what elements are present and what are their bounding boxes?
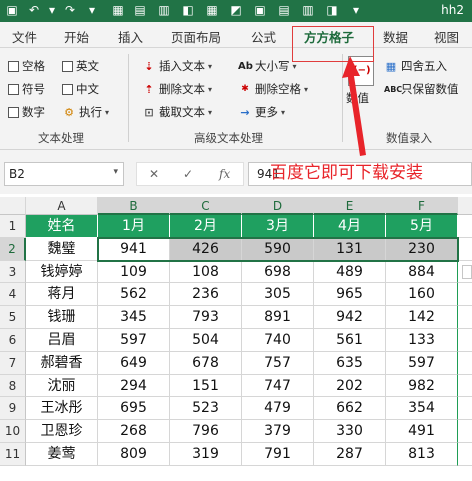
table-cell[interactable]: 卫恩珍 <box>26 420 98 443</box>
table-cell[interactable]: 319 <box>170 443 242 466</box>
table-cell[interactable]: 268 <box>98 420 170 443</box>
column-header[interactable]: B <box>98 197 170 215</box>
column-header[interactable]: D <box>242 197 314 215</box>
table-cell[interactable]: 523 <box>170 397 242 421</box>
column-header[interactable]: F <box>386 197 458 215</box>
table-cell[interactable]: 142 <box>386 306 458 329</box>
table-header-cell[interactable]: 3月 <box>242 215 314 238</box>
table-cell[interactable]: 236 <box>170 283 242 307</box>
table-cell[interactable]: 747 <box>242 374 314 398</box>
table-cell[interactable]: 151 <box>170 374 242 398</box>
table-cell[interactable]: 698 <box>242 260 314 284</box>
empty-cell[interactable] <box>458 443 472 466</box>
table-cell[interactable]: 305 <box>242 283 314 307</box>
empty-cell[interactable] <box>458 283 472 307</box>
table-cell[interactable]: 635 <box>314 351 386 375</box>
table-cell[interactable]: 479 <box>242 397 314 421</box>
table-cell[interactable]: 590 <box>242 237 314 261</box>
table-header-cell[interactable]: 姓名 <box>26 215 98 238</box>
column-header[interactable]: C <box>170 197 242 215</box>
table-cell[interactable]: 649 <box>98 351 170 375</box>
empty-cell[interactable] <box>458 238 472 261</box>
table-cell[interactable]: 郝碧香 <box>26 351 98 375</box>
table-header-cell[interactable]: 5月 <box>386 215 458 238</box>
table-cell[interactable]: 王冰彤 <box>26 397 98 421</box>
table-cell[interactable]: 133 <box>386 329 458 352</box>
empty-cell[interactable] <box>458 397 472 421</box>
table-cell[interactable]: 姜莺 <box>26 443 98 466</box>
table-cell[interactable]: 287 <box>314 443 386 466</box>
table-cell[interactable]: 793 <box>170 306 242 329</box>
table-cell[interactable]: 941 <box>98 237 170 261</box>
table-cell[interactable]: 561 <box>314 329 386 352</box>
table-cell[interactable]: 魏璧 <box>26 237 98 261</box>
row-header[interactable]: 1 <box>0 215 26 238</box>
table-header-cell[interactable]: 1月 <box>98 215 170 238</box>
empty-cell[interactable] <box>458 329 472 352</box>
row-header[interactable]: 9 <box>0 397 26 421</box>
row-header[interactable]: 2 <box>0 237 26 261</box>
table-cell[interactable]: 379 <box>242 420 314 443</box>
table-cell[interactable]: 491 <box>386 420 458 443</box>
table-cell[interactable]: 562 <box>98 283 170 307</box>
table-cell[interactable]: 678 <box>170 351 242 375</box>
table-cell[interactable]: 504 <box>170 329 242 352</box>
table-cell[interactable]: 钱婷婷 <box>26 260 98 284</box>
table-cell[interactable]: 202 <box>314 374 386 398</box>
table-cell[interactable]: 965 <box>314 283 386 307</box>
row-header[interactable]: 10 <box>0 420 26 443</box>
table-cell[interactable]: 791 <box>242 443 314 466</box>
empty-cell[interactable] <box>458 352 472 375</box>
empty-cell[interactable] <box>458 420 472 443</box>
table-cell[interactable]: 沈丽 <box>26 374 98 398</box>
table-cell[interactable]: 809 <box>98 443 170 466</box>
table-header-cell[interactable]: 4月 <box>314 215 386 238</box>
table-cell[interactable]: 884 <box>386 260 458 284</box>
table-cell[interactable]: 757 <box>242 351 314 375</box>
empty-cell[interactable] <box>458 215 472 238</box>
table-cell[interactable]: 131 <box>314 237 386 261</box>
empty-cell[interactable] <box>458 306 472 329</box>
table-cell[interactable]: 942 <box>314 306 386 329</box>
annotation-text: 百度它即可下载安装 <box>270 163 423 183</box>
row-header[interactable]: 3 <box>0 260 26 284</box>
table-cell[interactable]: 597 <box>98 329 170 352</box>
column-header[interactable] <box>458 197 472 215</box>
table-cell[interactable]: 230 <box>386 237 458 261</box>
table-cell[interactable]: 108 <box>170 260 242 284</box>
row-header[interactable]: 4 <box>0 283 26 307</box>
table-cell[interactable]: 597 <box>386 351 458 375</box>
table-cell[interactable]: 330 <box>314 420 386 443</box>
table-cell[interactable]: 695 <box>98 397 170 421</box>
table-cell[interactable]: 489 <box>314 260 386 284</box>
row-header[interactable]: 7 <box>0 351 26 375</box>
table-cell[interactable]: 740 <box>242 329 314 352</box>
table-cell[interactable]: 294 <box>98 374 170 398</box>
table-cell[interactable]: 109 <box>98 260 170 284</box>
table-cell[interactable]: 钱珊 <box>26 306 98 329</box>
table-cell[interactable]: 吕眉 <box>26 329 98 352</box>
column-header[interactable]: E <box>314 197 386 215</box>
table-cell[interactable]: 345 <box>98 306 170 329</box>
table-cell[interactable]: 662 <box>314 397 386 421</box>
table-cell[interactable]: 813 <box>386 443 458 466</box>
empty-cell[interactable] <box>458 375 472 398</box>
table-cell[interactable]: 982 <box>386 374 458 398</box>
table-cell[interactable]: 354 <box>386 397 458 421</box>
table-cell[interactable]: 426 <box>170 237 242 261</box>
table-header-cell[interactable]: 2月 <box>170 215 242 238</box>
row-header[interactable]: 6 <box>0 329 26 352</box>
table-cell[interactable]: 891 <box>242 306 314 329</box>
row-header[interactable]: 11 <box>0 443 26 466</box>
table-cell[interactable]: 160 <box>386 283 458 307</box>
table-cell[interactable]: 蒋月 <box>26 283 98 307</box>
table-cell[interactable]: 796 <box>170 420 242 443</box>
select-all-corner[interactable] <box>0 197 26 215</box>
row-header[interactable]: 8 <box>0 374 26 398</box>
row-header[interactable]: 5 <box>0 306 26 329</box>
quick-analysis-icon[interactable] <box>462 265 472 279</box>
column-header[interactable]: A <box>26 197 98 215</box>
